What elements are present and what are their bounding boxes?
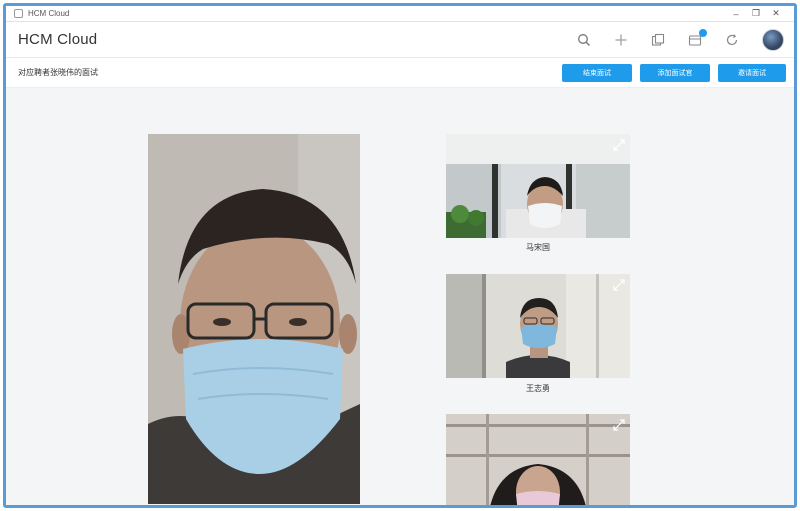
participant-name-1: 马宋国 <box>526 243 550 252</box>
copy-icon[interactable] <box>650 32 666 48</box>
expand-icon[interactable] <box>613 419 625 431</box>
brand-title: HCM Cloud <box>18 31 98 48</box>
video-stage: 马宋国 王志勇 <box>6 88 794 505</box>
notification-icon[interactable] <box>687 28 707 48</box>
window-title: HCM Cloud <box>28 9 70 18</box>
participant-video-1[interactable] <box>446 134 630 238</box>
close-button[interactable]: ✕ <box>766 8 786 19</box>
invite-interview-button[interactable]: 邀请面试 <box>718 63 786 82</box>
window-titlebar: HCM Cloud – ❐ ✕ <box>6 6 794 22</box>
refresh-icon[interactable] <box>724 32 740 48</box>
maximize-button[interactable]: ❐ <box>746 8 766 19</box>
user-avatar[interactable] <box>762 28 784 51</box>
participant-video-3[interactable] <box>446 414 630 505</box>
interview-toolbar: 对应聘者张晓伟的面试 结束面试 添加面试官 邀请面试 <box>6 58 794 88</box>
end-interview-button[interactable]: 结束面试 <box>562 63 632 82</box>
add-interviewer-button[interactable]: 添加面试官 <box>640 63 710 82</box>
expand-icon[interactable] <box>613 139 625 151</box>
participant-name-2: 王志勇 <box>526 384 550 393</box>
app-header: HCM Cloud <box>6 22 794 58</box>
participant-video-2[interactable] <box>446 274 630 378</box>
main-video-feed[interactable] <box>148 134 360 504</box>
minimize-button[interactable]: – <box>726 9 746 19</box>
notification-badge <box>699 28 707 37</box>
app-window: HCM Cloud – ❐ ✕ HCM Cloud 对应聘者张晓伟的面试 结束面… <box>3 3 797 508</box>
search-icon[interactable] <box>576 32 592 48</box>
app-logo-icon <box>14 9 23 18</box>
expand-icon[interactable] <box>613 279 625 291</box>
plus-icon[interactable] <box>613 32 629 48</box>
interview-subtitle: 对应聘者张晓伟的面试 <box>18 68 98 77</box>
